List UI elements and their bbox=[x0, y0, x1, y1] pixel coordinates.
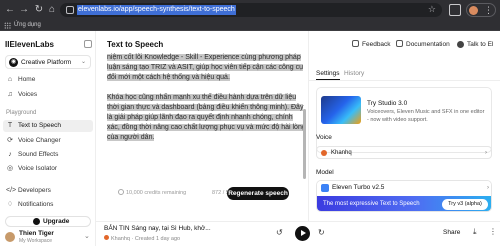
model-section-label: Model bbox=[316, 169, 334, 176]
model-selector[interactable]: Eleven Turbo v2.5 › The most expressive … bbox=[316, 180, 492, 212]
workspace-icon: ◉ bbox=[9, 58, 18, 67]
bookmarks-bar: Ứng dụng bbox=[0, 20, 500, 31]
sidebar-item-label: Voice Changer bbox=[18, 137, 61, 144]
apps-grid-icon[interactable] bbox=[4, 22, 11, 29]
sidebar-item-voice-isolator[interactable]: ◎ Voice Isolator bbox=[3, 163, 93, 175]
sidebar-collapse-icon[interactable] bbox=[84, 40, 92, 48]
sidebar-item-label: Text to Speech bbox=[18, 122, 61, 129]
upgrade-button[interactable]: Upgrade bbox=[5, 216, 91, 227]
studio-promo-card[interactable]: Try Studio 3.0 Voiceovers, Eleven Music … bbox=[316, 87, 492, 153]
url-text[interactable]: elevenlabs.io/app/speech-synthesis/text-… bbox=[77, 5, 236, 15]
section-label-playground: Playground bbox=[6, 110, 37, 116]
sidebar-item-sound-effects[interactable]: ♪ Sound Effects bbox=[3, 149, 93, 161]
home-browser-icon[interactable]: ⌂ bbox=[46, 4, 58, 16]
upgrade-label: Upgrade bbox=[43, 218, 70, 225]
sidebar-item-voices[interactable]: ♫ Voices bbox=[3, 89, 93, 101]
audio-player: BẢN TIN Sáng nay, tại Sì Hub, khở... Kha… bbox=[96, 221, 500, 246]
sidebar-item-home[interactable]: ⌂ Home bbox=[3, 74, 93, 86]
sidebar-item-label: Home bbox=[18, 76, 36, 83]
profile-menu[interactable]: ⋮ bbox=[466, 3, 496, 17]
sidebar: IIElevenLabs ◉ Creative Platform ⌄ ⌂ Hom… bbox=[0, 31, 96, 246]
promo-title: Try Studio 3.0 bbox=[367, 100, 408, 107]
player-created: Created 1 day ago bbox=[134, 236, 181, 242]
extensions-icon[interactable] bbox=[449, 4, 461, 16]
user-menu-chevron-icon[interactable]: ⌄ bbox=[84, 232, 90, 240]
sidebar-item-developers[interactable]: </> Developers bbox=[3, 185, 93, 197]
voice-avatar bbox=[321, 150, 327, 156]
tab-settings[interactable]: Settings bbox=[316, 69, 340, 78]
sidebar-item-notifications[interactable]: ♢ Notifications bbox=[3, 199, 93, 211]
model-promo-text: The most expressive Text to Speech bbox=[323, 201, 420, 207]
player-voice: Khanhq bbox=[111, 236, 130, 242]
sidebar-item-voice-changer[interactable]: ⟳ Voice Changer bbox=[3, 135, 93, 147]
bookmark-star-icon[interactable]: ☆ bbox=[428, 4, 436, 15]
apps-bookmark-label[interactable]: Ứng dụng bbox=[14, 21, 41, 30]
player-title[interactable]: BẢN TIN Sáng nay, tại Sì Hub, khở... bbox=[104, 225, 211, 232]
sidebar-item-label: Sound Effects bbox=[18, 151, 59, 158]
sidebar-item-label: Developers bbox=[18, 187, 51, 194]
credits-text: 10,000 credits remaining bbox=[126, 190, 187, 196]
tab-history[interactable]: History bbox=[344, 69, 364, 78]
share-button[interactable]: Share bbox=[443, 229, 460, 236]
regenerate-speech-button[interactable]: Regenerate speech bbox=[227, 187, 289, 200]
user-avatar[interactable] bbox=[5, 232, 15, 242]
developers-icon: </> bbox=[6, 187, 17, 194]
voice-isolator-icon: ◎ bbox=[6, 165, 14, 172]
tabs-divider bbox=[309, 80, 500, 81]
sidebar-item-text-to-speech[interactable]: T Text to Speech bbox=[3, 120, 93, 132]
app-window: IIElevenLabs ◉ Creative Platform ⌄ ⌂ Hom… bbox=[0, 31, 500, 246]
more-vert-icon: ⋮ bbox=[484, 5, 493, 15]
forward-icon[interactable]: → bbox=[18, 4, 30, 16]
text-to-speech-icon: T bbox=[7, 122, 13, 129]
home-icon: ⌂ bbox=[7, 76, 13, 83]
player-meta: Khanhq · Created 1 day ago bbox=[104, 235, 180, 242]
try-v3-button[interactable]: Try v3 (alpha) bbox=[442, 199, 488, 210]
model-name: Eleven Turbo v2.5 bbox=[332, 184, 385, 191]
user-workspace: My Workspace bbox=[19, 238, 52, 244]
reload-icon[interactable]: ↻ bbox=[33, 4, 45, 16]
brand-logo[interactable]: IIElevenLabs bbox=[5, 40, 54, 49]
page-title: Text to Speech bbox=[107, 40, 164, 49]
voice-selector[interactable]: Khanhq › bbox=[316, 146, 492, 159]
sidebar-item-label: Notifications bbox=[18, 201, 54, 208]
upgrade-icon bbox=[33, 218, 40, 225]
sidebar-item-label: Voices bbox=[18, 91, 38, 98]
voice-name: Khanhq bbox=[331, 150, 352, 156]
chevron-right-icon: › bbox=[485, 150, 487, 156]
chevron-right-icon: › bbox=[487, 185, 489, 191]
forward-skip-icon[interactable]: ↻ bbox=[318, 228, 325, 237]
voice-section-label: Voice bbox=[316, 134, 332, 141]
workspace-switcher[interactable]: ◉ Creative Platform ⌄ bbox=[5, 55, 91, 69]
site-info-icon[interactable] bbox=[66, 6, 74, 14]
model-row[interactable]: Eleven Turbo v2.5 › bbox=[317, 181, 491, 195]
rewind-icon[interactable]: ↺ bbox=[276, 228, 283, 237]
play-button[interactable] bbox=[295, 226, 310, 241]
workspace-label: Creative Platform bbox=[21, 59, 72, 66]
voice-avatar bbox=[104, 235, 109, 240]
chevron-down-icon: ⌄ bbox=[80, 59, 86, 65]
promo-thumbnail bbox=[321, 96, 361, 124]
browser-toolbar: ← → ↻ ⌂ elevenlabs.io/app/speech-synthes… bbox=[0, 0, 500, 20]
back-icon[interactable]: ← bbox=[4, 4, 16, 16]
model-icon bbox=[321, 184, 329, 192]
model-promo-banner: The most expressive Text to Speech Try v… bbox=[317, 196, 491, 211]
bell-icon: ♢ bbox=[6, 201, 14, 208]
more-options-icon[interactable]: ⋮ bbox=[489, 227, 497, 236]
editor-paragraph[interactable]: Khóa học cũng nhấn mạnh xu thế điều hành… bbox=[107, 94, 306, 141]
voices-icon: ♫ bbox=[7, 91, 13, 98]
editor-scrollbar-thumb[interactable] bbox=[303, 109, 306, 179]
credits-remaining: 10,000 credits remaining bbox=[118, 189, 186, 196]
credits-icon bbox=[118, 189, 124, 195]
voice-changer-icon: ⟳ bbox=[7, 137, 13, 144]
sound-effects-icon: ♪ bbox=[8, 151, 12, 158]
profile-avatar bbox=[469, 6, 478, 15]
download-icon[interactable]: ⤓ bbox=[473, 227, 477, 237]
editor-paragraph[interactable]: niệm cốt lõi Knowledge - Skill - Experie… bbox=[107, 54, 303, 81]
promo-description: Voiceovers, Eleven Music and SFX in one … bbox=[367, 109, 485, 123]
sidebar-item-label: Voice Isolator bbox=[18, 165, 58, 172]
address-bar[interactable]: elevenlabs.io/app/speech-synthesis/text-… bbox=[60, 3, 442, 17]
user-name[interactable]: Thien Tiger bbox=[19, 230, 54, 237]
settings-panel: Settings History Try Studio 3.0 Voiceove… bbox=[308, 31, 500, 246]
